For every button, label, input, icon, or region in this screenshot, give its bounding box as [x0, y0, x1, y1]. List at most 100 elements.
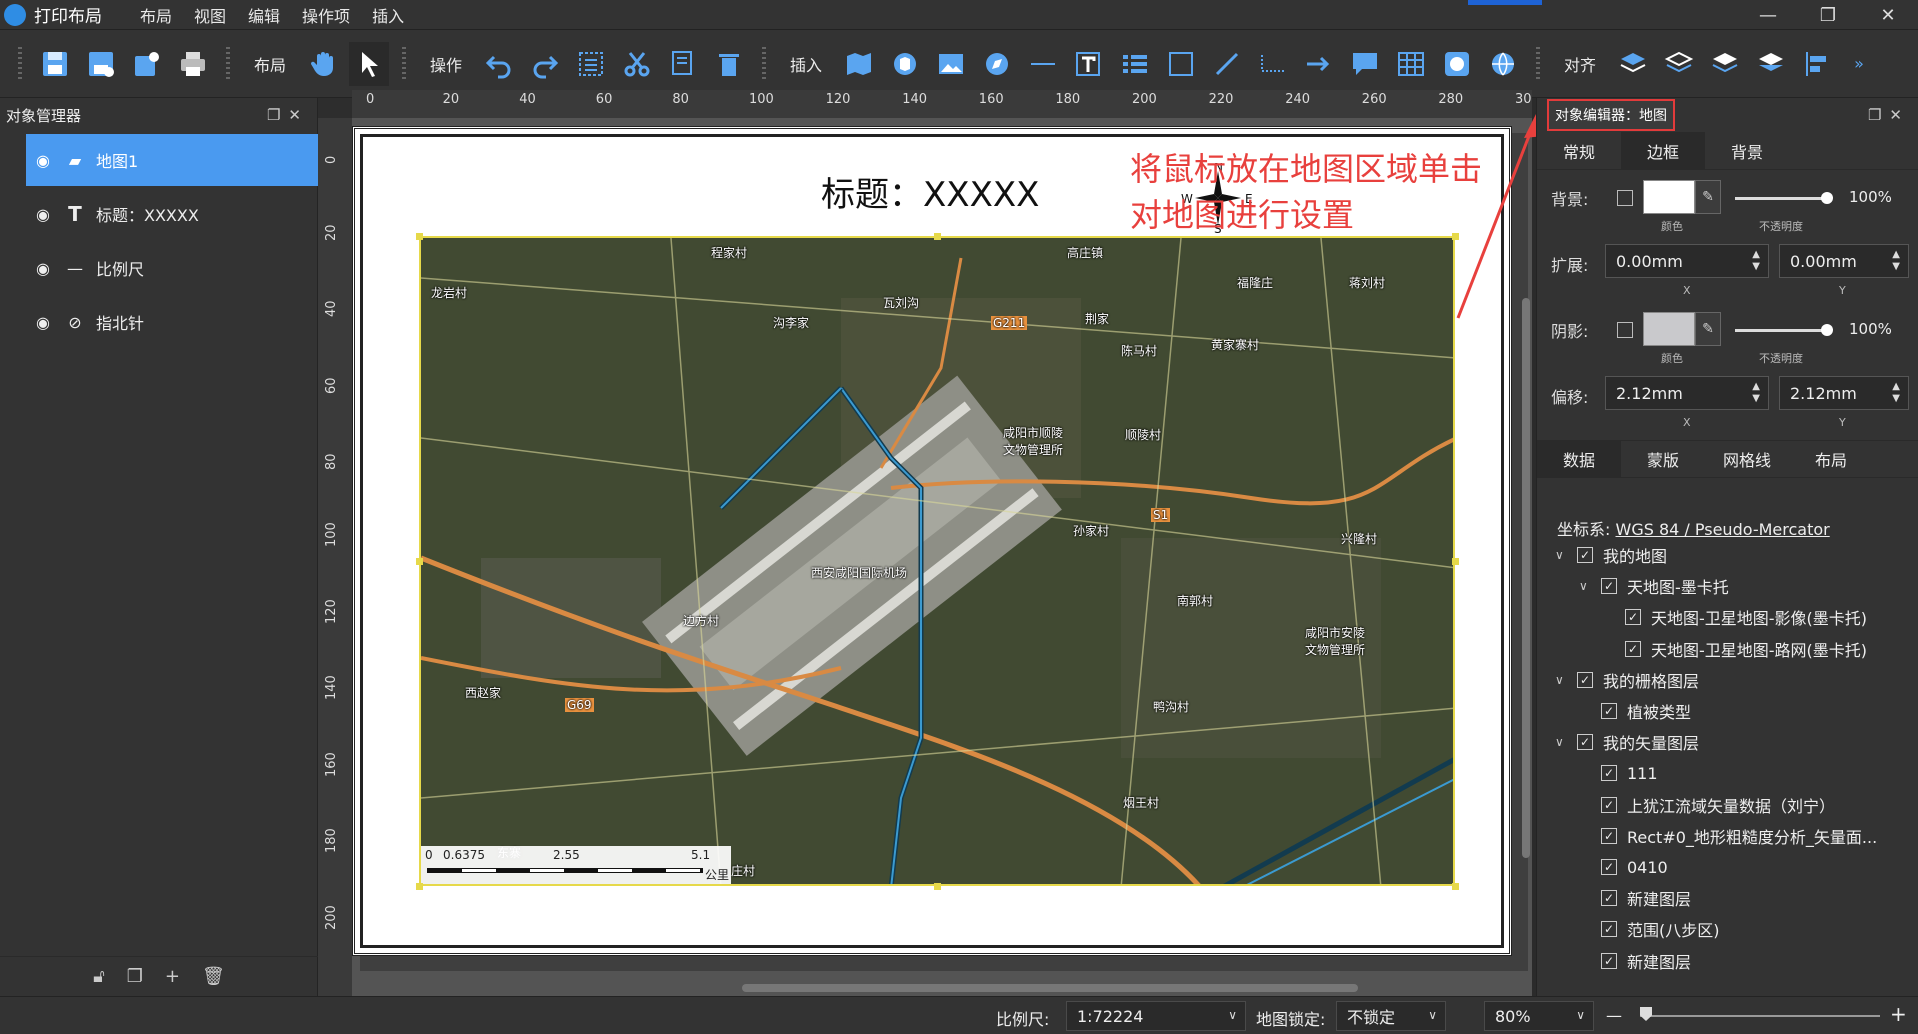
- object-item-map[interactable]: ◉ ▰ 地图1: [26, 134, 318, 186]
- extend-x-input[interactable]: 0.00mm ▲ ▼: [1605, 244, 1769, 278]
- background-color-swatch[interactable]: [1643, 180, 1695, 214]
- extend-y-input[interactable]: 0.00mm ▲ ▼: [1779, 244, 1909, 278]
- insert-rectangle-button[interactable]: [1161, 42, 1201, 86]
- layer-checkbox[interactable]: ✓: [1601, 827, 1617, 844]
- delete-button[interactable]: [709, 42, 749, 86]
- layer-tree-row[interactable]: ✓ 新建图层: [1579, 885, 1691, 911]
- insert-ellipse-button[interactable]: [1437, 42, 1477, 86]
- object-item-title[interactable]: ◉ T 标题：XXXXX: [26, 188, 318, 240]
- spin-arrows-icon[interactable]: ▲ ▼: [1892, 381, 1900, 405]
- eyedropper-icon[interactable]: ✎: [1695, 312, 1721, 346]
- shadow-opacity-slider[interactable]: [1735, 329, 1827, 332]
- layer-checkbox[interactable]: ✓: [1625, 609, 1641, 626]
- map-frame[interactable]: 程家村 高庄镇 龙岩村 瓦刘沟 沟李家 荆家 福隆庄 蒋刘村 陈马村 黄家寨村 …: [419, 236, 1455, 886]
- resize-handle[interactable]: [416, 558, 423, 565]
- shadow-checkbox[interactable]: [1617, 322, 1633, 338]
- layer-tree-row[interactable]: ∨ ✓ 天地图-墨卡托: [1579, 573, 1729, 599]
- zoom-slider-knob[interactable]: [1640, 1007, 1652, 1021]
- select-tool-button[interactable]: [349, 41, 390, 86]
- resize-handle[interactable]: [1452, 558, 1459, 565]
- insert-overview-button[interactable]: [885, 42, 925, 86]
- eye-icon[interactable]: ◉: [32, 205, 54, 224]
- insert-legend-button[interactable]: [1115, 42, 1155, 86]
- layer-tree-row[interactable]: ✓ 天地图-卫星地图-路网(墨卡托): [1603, 636, 1867, 662]
- send-to-back-button[interactable]: [1751, 42, 1791, 86]
- scale-select[interactable]: 1:72224 ∨: [1066, 1001, 1246, 1031]
- zoom-in-button[interactable]: +: [1890, 1002, 1907, 1026]
- offset-x-input[interactable]: 2.12mm ▲ ▼: [1605, 376, 1769, 410]
- insert-compass-button[interactable]: [977, 42, 1017, 86]
- resize-handle[interactable]: [416, 233, 423, 240]
- tab-mask[interactable]: 蒙版: [1621, 441, 1705, 477]
- copy-button[interactable]: [663, 42, 703, 86]
- layer-checkbox[interactable]: ✓: [1577, 671, 1593, 688]
- layer-checkbox[interactable]: ✓: [1625, 640, 1641, 657]
- resize-handle[interactable]: [416, 883, 423, 890]
- trash-icon[interactable]: 🗑︎: [202, 966, 225, 987]
- add-icon[interactable]: +: [165, 966, 180, 987]
- insert-callout-button[interactable]: [1345, 42, 1385, 86]
- zoom-slider[interactable]: [1640, 1015, 1880, 1017]
- eyedropper-icon[interactable]: ✎: [1695, 180, 1721, 214]
- layer-checkbox[interactable]: ✓: [1601, 859, 1617, 875]
- duplicate-icon[interactable]: ❐: [127, 966, 143, 987]
- chevron-down-icon[interactable]: ∨: [1555, 673, 1577, 687]
- print-button[interactable]: [173, 42, 213, 86]
- spin-arrows-icon[interactable]: ▲ ▼: [1752, 249, 1760, 273]
- scale-bar[interactable]: 0 0.6375 2.55 5.1 公里: [421, 846, 731, 884]
- maximize-button[interactable]: ❐: [1798, 0, 1858, 30]
- eye-icon[interactable]: ◉: [32, 151, 54, 170]
- close-button[interactable]: ✕: [1858, 0, 1918, 30]
- toolbar-more-button[interactable]: »: [1854, 54, 1864, 73]
- object-item-compass[interactable]: ◉ ⊘ 指北针: [26, 296, 318, 348]
- layout-title[interactable]: 标题：XXXXX: [821, 167, 1039, 216]
- background-checkbox[interactable]: [1617, 190, 1633, 206]
- layer-tree-row[interactable]: ✓ 新建图层: [1579, 948, 1691, 974]
- chevron-down-icon[interactable]: ∨: [1579, 579, 1601, 593]
- tab-layout[interactable]: 布局: [1789, 441, 1873, 477]
- layer-tree-row[interactable]: ✓ 0410: [1579, 854, 1668, 880]
- layout-canvas[interactable]: 标题：XXXXX N S W E 程家村 高庄镇 龙岩村 瓦刘沟 沟李家 荆家 …: [352, 118, 1532, 996]
- layer-tree-row[interactable]: ∨ ✓ 我的栅格图层: [1555, 667, 1699, 693]
- map-lock-select[interactable]: 不锁定 ∨: [1336, 1001, 1446, 1031]
- tab-data[interactable]: 数据: [1537, 441, 1621, 477]
- cut-button[interactable]: [617, 42, 657, 86]
- menu-view[interactable]: 视图: [194, 3, 226, 27]
- layer-tree-row[interactable]: ✓ 范围(八步区): [1579, 916, 1720, 942]
- layer-checkbox[interactable]: ✓: [1601, 578, 1617, 595]
- bring-forward-button[interactable]: [1659, 42, 1699, 86]
- insert-scalebar-button[interactable]: [1023, 42, 1063, 86]
- layer-checkbox[interactable]: ✓: [1601, 703, 1617, 719]
- spin-arrows-icon[interactable]: ▲ ▼: [1892, 249, 1900, 273]
- background-opacity-slider[interactable]: [1735, 197, 1827, 200]
- layout-page[interactable]: 标题：XXXXX N S W E 程家村 高庄镇 龙岩村 瓦刘沟 沟李家 荆家 …: [352, 126, 1512, 956]
- layer-tree-row[interactable]: ✓ 上犹江流域矢量数据（刘宁）: [1579, 792, 1835, 818]
- object-item-scalebar[interactable]: ◉ — 比例尺: [26, 242, 318, 294]
- spin-arrows-icon[interactable]: ▲ ▼: [1752, 381, 1760, 405]
- redo-button[interactable]: [525, 42, 565, 86]
- layer-checkbox[interactable]: ✓: [1601, 952, 1617, 969]
- pan-tool-button[interactable]: [303, 42, 343, 86]
- horizontal-scrollbar[interactable]: [742, 984, 1358, 992]
- align-left-button[interactable]: [1797, 42, 1837, 86]
- tab-gridlines[interactable]: 网格线: [1705, 441, 1789, 477]
- menu-layout[interactable]: 布局: [140, 3, 172, 27]
- export-button[interactable]: [127, 42, 167, 86]
- insert-table-button[interactable]: [1391, 42, 1431, 86]
- layer-tree-row[interactable]: ✓ 天地图-卫星地图-影像(墨卡托): [1603, 604, 1867, 630]
- eye-icon[interactable]: ◉: [32, 259, 54, 278]
- layer-checkbox[interactable]: ✓: [1577, 547, 1593, 563]
- layer-checkbox[interactable]: ✓: [1577, 734, 1593, 751]
- insert-text-button[interactable]: [1069, 42, 1109, 86]
- shadow-opacity-knob[interactable]: [1821, 324, 1833, 336]
- vertical-scrollbar[interactable]: [1522, 298, 1530, 858]
- tab-border[interactable]: 边框: [1621, 132, 1705, 169]
- layer-tree-row[interactable]: ∨ ✓ 我的地图: [1555, 542, 1667, 568]
- layer-checkbox[interactable]: ✓: [1601, 796, 1617, 813]
- resize-handle[interactable]: [934, 233, 941, 240]
- zoom-out-button[interactable]: —: [1606, 1006, 1622, 1025]
- send-backward-button[interactable]: [1705, 42, 1745, 86]
- bring-to-front-button[interactable]: [1613, 42, 1653, 86]
- background-opacity-knob[interactable]: [1821, 192, 1833, 204]
- tab-background[interactable]: 背景: [1705, 132, 1789, 169]
